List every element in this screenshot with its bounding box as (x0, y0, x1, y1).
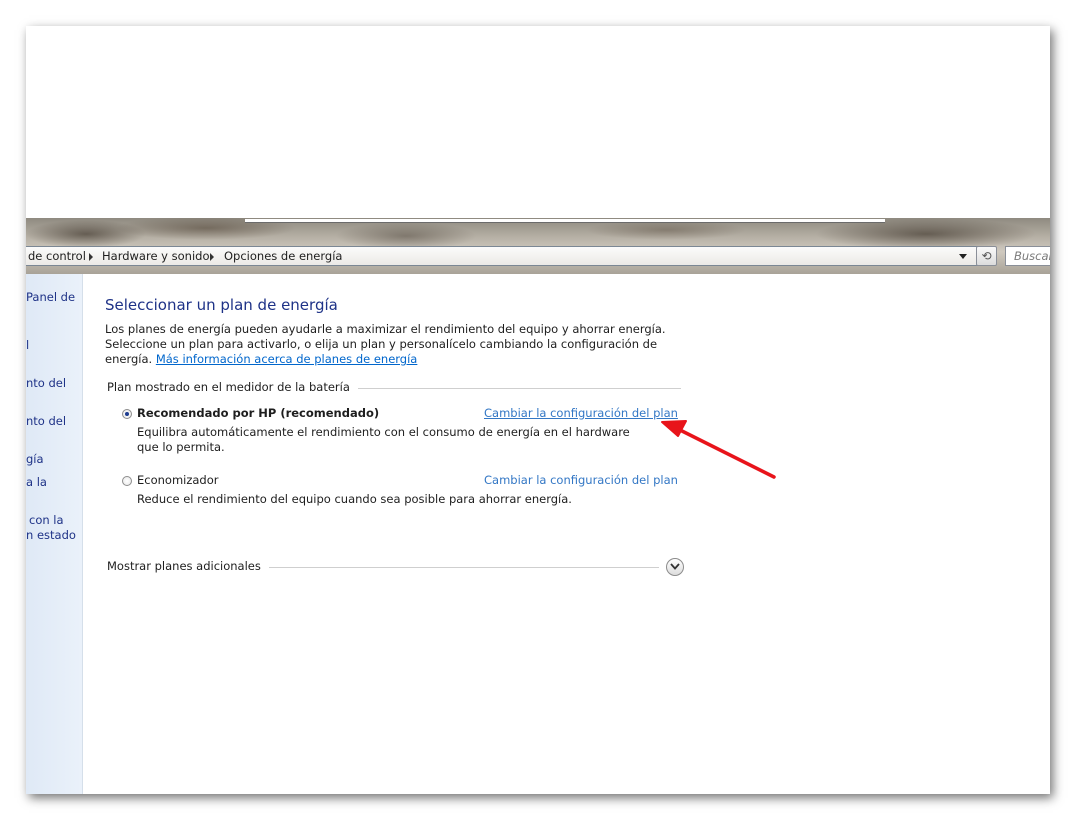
screenshot-frame: de control Hardware y sonido Opciones de… (26, 26, 1050, 794)
annotation-arrow-icon (661, 420, 776, 479)
